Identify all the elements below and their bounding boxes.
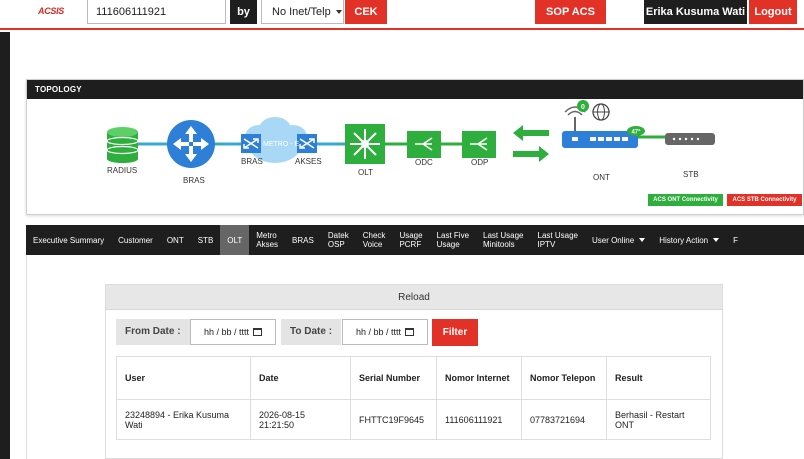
tab-executive-summary[interactable]: Executive Summary — [26, 225, 111, 255]
node-label-metro: METRO - E — [263, 141, 300, 148]
topology-panel: TOPOLOGY 0 47° RADIUS BRAS BRAS METRO - … — [26, 79, 804, 215]
tab-datek-osp[interactable]: Datek OSP — [321, 225, 356, 255]
node-label-bras: BRAS — [183, 176, 205, 185]
to-date-input[interactable]: hh / bb / tttt — [342, 319, 428, 345]
cell-result: Berhasil - Restart ONT — [606, 399, 711, 440]
node-label-odc: ODC — [415, 158, 433, 167]
tab-user-online[interactable]: User Online — [585, 225, 652, 255]
from-date-input[interactable]: hh / bb / tttt — [190, 319, 276, 345]
tab-label: BRAS — [292, 235, 314, 245]
node-label-odp: ODP — [471, 158, 489, 167]
app-logo[interactable]: ACSIS — [38, 6, 64, 16]
filter-button[interactable]: Filter — [432, 319, 478, 346]
tab-stb[interactable]: STB — [191, 225, 221, 255]
tab-label: Customer — [118, 235, 153, 245]
stb-connectivity-button[interactable]: ACS STB Connectivity — [727, 194, 802, 206]
cell-user: 23248894 - Erika Kusuma Wati — [116, 399, 251, 440]
bidirectional-arrows-icon — [513, 125, 549, 162]
caret-down-icon — [335, 9, 342, 14]
tab-label: Last Usage IPTV — [537, 231, 578, 249]
user-name: Erika Kusuma Wati — [644, 0, 747, 24]
tab-last-usage-minitools[interactable]: Last Usage Minitools — [476, 225, 530, 255]
tab-ont[interactable]: ONT — [160, 225, 191, 255]
node-label-stb: STB — [683, 170, 699, 179]
node-label-olt: OLT — [358, 168, 373, 177]
by-label: by — [230, 0, 257, 24]
tab-label: Last Five Usage — [436, 231, 470, 249]
search-type-value: No Inet/Telp — [272, 5, 331, 18]
tab-label: Metro Akses — [256, 231, 279, 249]
table-header-row: User Date Serial Number Nomor Internet N… — [116, 356, 711, 400]
database-icon — [106, 127, 139, 163]
tab-customer[interactable]: Customer — [111, 225, 160, 255]
node-label-bras-metro: BRAS — [241, 157, 263, 166]
calendar-icon[interactable] — [253, 328, 263, 336]
olt-icon — [345, 124, 385, 164]
column-header-result: Result — [606, 356, 711, 400]
tab-label: History Action — [659, 235, 709, 245]
tab-bar: Executive Summary Customer ONT STB OLT M… — [26, 225, 804, 255]
node-label-ont: ONT — [593, 173, 610, 182]
globe-icon — [592, 103, 610, 121]
sop-acs-button[interactable]: SOP ACS — [535, 0, 606, 24]
tab-olt[interactable]: OLT — [220, 225, 250, 255]
cell-internet: 111606111921 — [436, 399, 522, 440]
tab-label: Check Voice — [362, 231, 386, 249]
temperature-value: 47° — [631, 130, 641, 136]
to-date-label: To Date : — [281, 319, 342, 345]
tab-label: OLT — [227, 235, 243, 245]
router-icon — [167, 120, 215, 168]
tab-last-usage-iptv[interactable]: Last Usage IPTV — [531, 225, 585, 255]
caret-down-icon — [713, 238, 720, 242]
tab-label: Usage PCRF — [399, 231, 423, 249]
switch-icon — [241, 134, 261, 153]
stb-icon — [665, 133, 715, 145]
tab-label: F — [733, 235, 739, 245]
tab-more[interactable]: F — [726, 225, 745, 255]
node-label-radius: RADIUS — [107, 166, 138, 175]
splitter-icon — [407, 131, 441, 158]
tab-label: Datek OSP — [327, 231, 349, 249]
calendar-icon[interactable] — [405, 328, 415, 336]
search-input[interactable] — [87, 0, 226, 24]
tab-label: ONT — [166, 235, 184, 245]
tab-check-voice[interactable]: Check Voice — [356, 225, 393, 255]
tab-history-action[interactable]: History Action — [652, 225, 726, 255]
cell-telepon: 07783721694 — [521, 399, 607, 440]
tab-label: User Online — [591, 235, 635, 245]
tab-metro-akses[interactable]: Metro Akses — [249, 225, 285, 255]
splitter-icon — [462, 131, 496, 158]
cell-serial: FHTTC19F9645 — [350, 399, 437, 440]
tab-bras[interactable]: BRAS — [285, 225, 321, 255]
tab-label: STB — [197, 235, 214, 245]
from-date-label: From Date : — [116, 319, 190, 345]
column-header-serial: Serial Number — [350, 356, 437, 400]
to-date-value: hh / bb / tttt — [355, 327, 402, 337]
sidebar-strip — [0, 32, 10, 459]
tab-last-five-usage[interactable]: Last Five Usage — [430, 225, 476, 255]
wifi-count: 0 — [581, 104, 585, 111]
cek-button[interactable]: CEK — [345, 0, 387, 24]
table-row: 23248894 - Erika Kusuma Wati 2026-08-15 … — [116, 399, 711, 440]
switch-icon — [297, 134, 317, 153]
column-header-internet: Nomor Internet — [436, 356, 522, 400]
top-bar: ACSIS by No Inet/Telp CEK SOP ACS Erika … — [0, 0, 804, 30]
ont-connectivity-button[interactable]: ACS ONT Connectivity — [648, 194, 723, 206]
column-header-user: User — [116, 356, 251, 400]
column-header-telepon: Nomor Telepon — [521, 356, 607, 400]
tab-usage-pcrf[interactable]: Usage PCRF — [392, 225, 429, 255]
from-date-value: hh / bb / tttt — [203, 327, 250, 337]
reload-panel-title: Reload — [106, 285, 722, 310]
column-header-date: Date — [250, 356, 351, 400]
modem-icon — [562, 106, 638, 148]
caret-down-icon — [639, 238, 646, 242]
node-label-akses: AKSES — [295, 157, 322, 166]
cell-date: 2026-08-15 21:21:50 — [250, 399, 351, 440]
tab-label: Executive Summary — [33, 235, 105, 245]
tab-label: Last Usage Minitools — [483, 231, 524, 249]
logout-button[interactable]: Logout — [749, 0, 797, 24]
topology-title: TOPOLOGY — [27, 80, 803, 99]
search-type-select[interactable]: No Inet/Telp — [261, 0, 344, 24]
reload-history-table: User Date Serial Number Nomor Internet N… — [116, 356, 711, 440]
